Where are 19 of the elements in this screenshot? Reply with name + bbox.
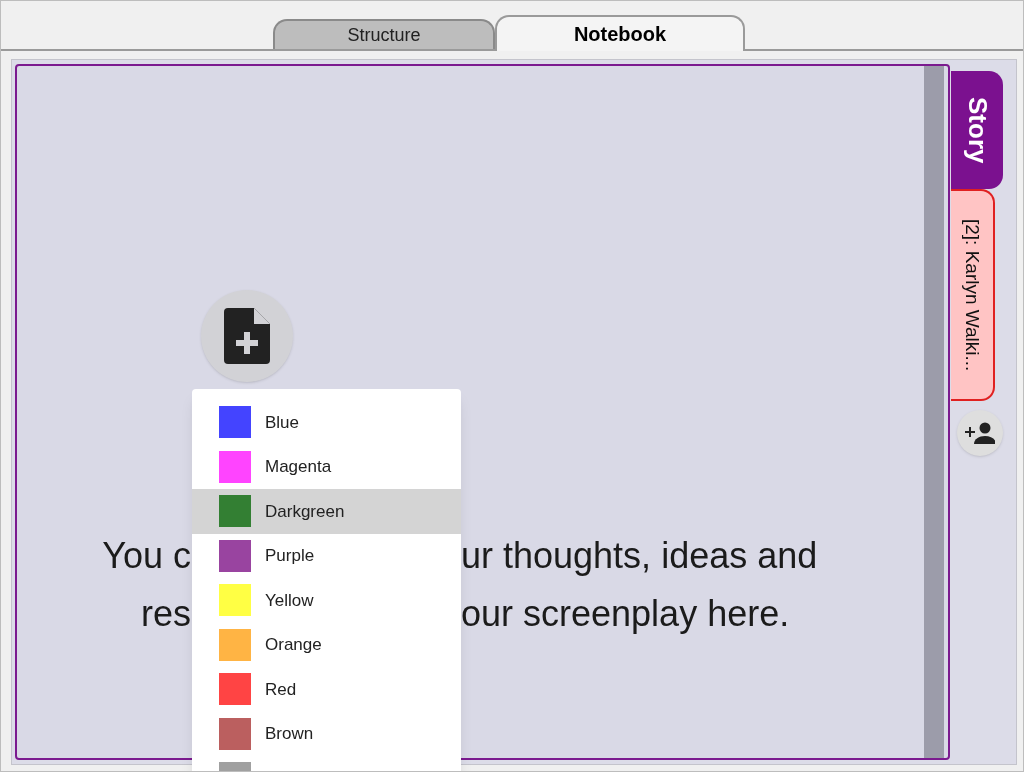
scrollbar[interactable] (924, 66, 944, 758)
color-option[interactable]: Yellow (192, 578, 461, 623)
placeholder-text: res (141, 592, 191, 636)
tab[interactable]: Structure (273, 19, 495, 49)
add-file-icon (224, 308, 270, 364)
color-option[interactable]: Magenta (192, 444, 461, 489)
color-option[interactable]: Orange (192, 622, 461, 667)
color-option[interactable]: Purple (192, 533, 461, 578)
placeholder-text: our screenplay here. (461, 592, 791, 636)
side-tab[interactable]: [2]: Karlyn Walki... (951, 189, 995, 401)
color-option[interactable]: Blue (192, 400, 461, 445)
placeholder-text: ur thoughts, ideas and (461, 534, 819, 578)
placeholder-text: You c (102, 534, 191, 578)
tab[interactable]: Notebook (495, 15, 745, 51)
color-option[interactable]: Darkgreen (192, 489, 461, 534)
color-option[interactable]: Red (192, 667, 461, 712)
color-option[interactable]: Brown (192, 711, 461, 756)
side-tab[interactable]: Story (951, 71, 1003, 189)
add-person-icon (965, 422, 995, 444)
